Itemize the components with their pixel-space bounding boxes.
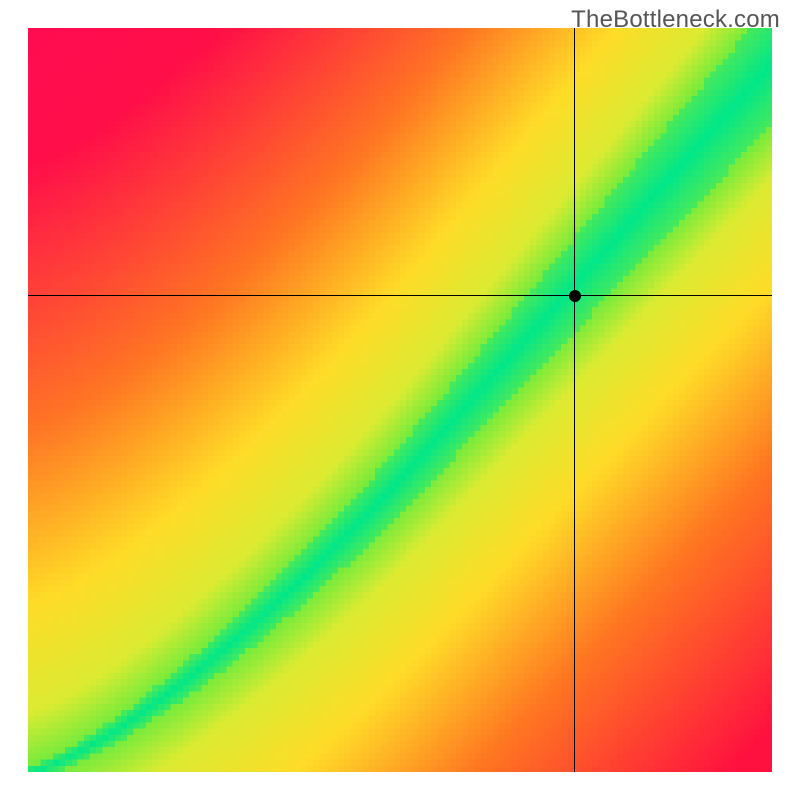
heatmap-canvas: [28, 28, 772, 772]
crosshair-horizontal: [28, 295, 772, 296]
crosshair-vertical: [574, 28, 575, 772]
watermark-text: TheBottleneck.com: [571, 6, 780, 34]
crosshair-marker: [569, 290, 581, 302]
